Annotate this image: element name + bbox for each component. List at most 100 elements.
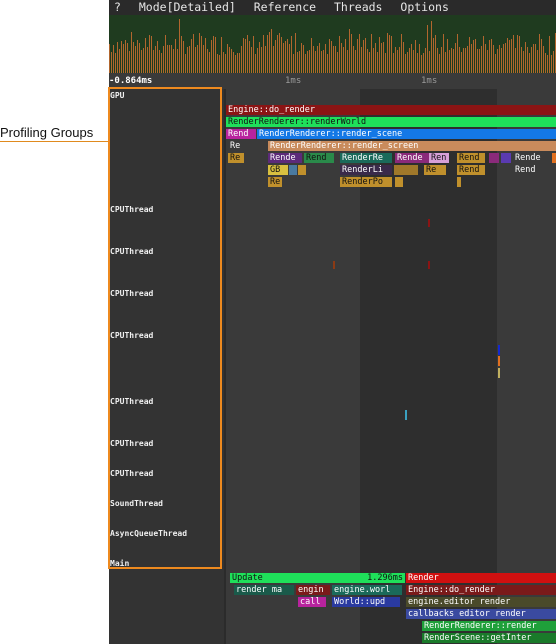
histogram-bar bbox=[117, 42, 118, 73]
timer-box[interactable]: Rende bbox=[513, 153, 551, 163]
timer-box[interactable]: callbacks editor render bbox=[406, 609, 556, 619]
timer-bar[interactable] bbox=[552, 153, 556, 163]
menu-reference[interactable]: Reference bbox=[254, 0, 316, 14]
group-cputhread[interactable]: CPUThread bbox=[110, 289, 153, 298]
group-cputhread[interactable]: CPUThread bbox=[110, 469, 153, 478]
timer-bar[interactable] bbox=[498, 368, 500, 378]
profiling-groups-callout: Profiling Groups bbox=[0, 125, 94, 140]
timer-box[interactable]: RenderRenderer::render_screen bbox=[268, 141, 556, 151]
group-cputhread[interactable]: CPUThread bbox=[110, 331, 153, 340]
histogram-bar bbox=[271, 28, 272, 73]
histogram-bar bbox=[479, 49, 480, 73]
timer-bar[interactable] bbox=[298, 165, 306, 175]
timer-bar[interactable] bbox=[289, 165, 297, 175]
timer-box[interactable]: World::upd bbox=[332, 597, 400, 607]
timer-bar[interactable] bbox=[501, 153, 511, 163]
histogram-bar bbox=[325, 43, 326, 73]
timer-box[interactable]: Engine::do_render bbox=[226, 105, 556, 115]
timer-box[interactable]: RenderLi bbox=[340, 165, 392, 175]
histogram-bar bbox=[359, 33, 360, 73]
timer-bar[interactable] bbox=[333, 261, 335, 269]
histogram-bar bbox=[491, 38, 492, 73]
timer-box[interactable]: Rend bbox=[304, 153, 334, 163]
group-cputhread[interactable]: CPUThread bbox=[110, 397, 153, 406]
timer-box[interactable]: GB bbox=[268, 165, 288, 175]
timer-box[interactable]: Render bbox=[406, 573, 556, 583]
histogram-bar bbox=[191, 38, 192, 73]
histogram-bar bbox=[329, 38, 330, 73]
histogram-bar bbox=[185, 54, 186, 73]
menu-help[interactable]: ? bbox=[114, 0, 121, 14]
timer-bar[interactable] bbox=[395, 177, 403, 187]
menu-options[interactable]: Options bbox=[400, 0, 448, 14]
timer-bar[interactable] bbox=[498, 356, 500, 366]
timer-box[interactable]: Re bbox=[268, 177, 282, 187]
group-cputhread[interactable]: CPUThread bbox=[110, 247, 153, 256]
timer-box[interactable]: RenderPo bbox=[340, 177, 392, 187]
timer-bar[interactable] bbox=[489, 153, 499, 163]
timer-box[interactable]: RenderRe bbox=[340, 153, 392, 163]
group-main[interactable]: Main bbox=[110, 559, 129, 568]
timer-bar[interactable] bbox=[394, 165, 418, 175]
menubar: ? Mode[Detailed] Reference Threads Optio… bbox=[109, 0, 556, 15]
timer-label: Update bbox=[232, 573, 263, 583]
histogram-bar bbox=[553, 50, 554, 73]
menu-mode[interactable]: Mode[Detailed] bbox=[139, 0, 236, 14]
group-soundthread[interactable]: SoundThread bbox=[110, 499, 163, 508]
histogram-bar bbox=[203, 44, 204, 73]
timer-box[interactable]: RenderRenderer::renderWorld bbox=[226, 117, 556, 127]
histogram-bar bbox=[353, 45, 354, 73]
histogram-bar bbox=[319, 42, 320, 73]
timer-bar[interactable] bbox=[498, 345, 500, 355]
timer-box[interactable]: Rend bbox=[513, 165, 543, 175]
histogram-bar bbox=[385, 53, 386, 73]
histogram-bar bbox=[475, 38, 476, 73]
histogram-bar bbox=[391, 36, 392, 73]
histogram-bar bbox=[125, 40, 126, 73]
timer-box[interactable]: Ren bbox=[429, 153, 449, 163]
timer-box[interactable]: Rende bbox=[268, 153, 302, 163]
group-cputhread[interactable]: CPUThread bbox=[110, 439, 153, 448]
timer-box[interactable]: RenderRenderer::render_scene bbox=[257, 129, 556, 139]
timer-box[interactable]: Re bbox=[228, 153, 244, 163]
timer-box[interactable]: Rend bbox=[457, 153, 485, 163]
group-asyncqueuethread[interactable]: AsyncQueueThread bbox=[110, 529, 187, 538]
timer-box[interactable]: call bbox=[298, 597, 326, 607]
histogram-bar bbox=[449, 49, 450, 73]
timer-box[interactable]: Rend bbox=[457, 165, 485, 175]
timer-box[interactable]: Rende bbox=[395, 153, 429, 163]
timer-box[interactable]: engin bbox=[296, 585, 330, 595]
histogram-bar bbox=[189, 46, 190, 73]
timer-box[interactable]: Engine::do_render bbox=[406, 585, 556, 595]
histogram-bar bbox=[289, 43, 290, 73]
histogram-bar bbox=[341, 43, 342, 73]
timer-box[interactable]: engine.worl bbox=[332, 585, 402, 595]
group-cputhread[interactable]: CPUThread bbox=[110, 205, 153, 214]
histogram-bar bbox=[211, 39, 212, 73]
timeline[interactable]: Engine::do_render RenderRenderer::render… bbox=[226, 89, 556, 644]
timer-bar[interactable] bbox=[457, 177, 461, 187]
timer-bar[interactable] bbox=[428, 219, 430, 227]
timer-bar[interactable] bbox=[428, 261, 430, 269]
histogram-bar bbox=[403, 41, 404, 73]
histogram-bar bbox=[389, 34, 390, 73]
frame-histogram[interactable] bbox=[109, 15, 556, 73]
histogram-bar bbox=[339, 36, 340, 73]
histogram-bar bbox=[229, 47, 230, 73]
timer-box[interactable]: RenderScene::getInter bbox=[422, 633, 556, 643]
menu-threads[interactable]: Threads bbox=[334, 0, 382, 14]
timer-bar[interactable] bbox=[405, 410, 407, 420]
histogram-bar bbox=[551, 54, 552, 73]
timer-box[interactable]: Re bbox=[228, 141, 246, 151]
histogram-bar bbox=[401, 33, 402, 73]
timer-box[interactable]: Rend bbox=[226, 129, 256, 139]
timer-box[interactable]: RenderRenderer::render bbox=[422, 621, 556, 631]
timer-box-update[interactable]: Update 1.296ms bbox=[230, 573, 405, 583]
histogram-bar bbox=[109, 44, 110, 73]
timer-box[interactable]: render ma bbox=[234, 585, 294, 595]
histogram-bar bbox=[155, 46, 156, 73]
timer-box[interactable]: Re bbox=[424, 165, 446, 175]
histogram-bar bbox=[181, 36, 182, 73]
group-gpu[interactable]: GPU bbox=[110, 91, 124, 100]
timer-box[interactable]: engine.editor render bbox=[406, 597, 556, 607]
